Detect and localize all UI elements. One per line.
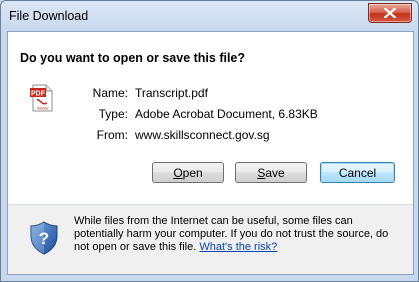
security-shield-question-icon: ? — [30, 221, 58, 255]
name-row: Name: — [68, 86, 128, 102]
warning-message: While files from the Internet can be use… — [74, 215, 404, 254]
cancel-label: Cancel — [338, 166, 377, 180]
pdf-badge-text: PDF — [31, 91, 46, 98]
type-row: Type: — [68, 107, 128, 123]
name-value: Transcript.pdf — [135, 86, 208, 100]
cancel-button[interactable]: Cancel — [320, 162, 395, 183]
type-value: Adobe Acrobat Document, 6.83KB — [135, 107, 318, 121]
security-warning-panel: ? While files from the Internet can be u… — [8, 205, 413, 274]
close-icon — [384, 8, 396, 18]
svg-text:?: ? — [39, 229, 49, 248]
save-label: ave — [265, 166, 285, 180]
from-label: From: — [96, 128, 128, 142]
open-label: pen — [182, 166, 203, 180]
whats-the-risk-link[interactable]: What's the risk? — [199, 241, 277, 253]
file-download-dialog: File Download Do you want to open or sav… — [0, 0, 419, 282]
type-label: Type: — [98, 107, 128, 121]
pdf-icon-caption: Adobe — [37, 106, 49, 111]
pdf-file-icon: PDF Adobe — [30, 84, 53, 112]
open-button[interactable]: Open — [152, 162, 224, 183]
dialog-body: Do you want to open or save this file? P… — [7, 31, 414, 275]
name-label: Name: — [92, 86, 128, 100]
close-button[interactable] — [368, 3, 412, 23]
save-button[interactable]: Save — [235, 162, 307, 183]
open-mnemonic: O — [173, 166, 183, 180]
from-row: From: — [68, 128, 128, 144]
dialog-question: Do you want to open or save this file? — [20, 51, 246, 65]
dialog-title: File Download — [9, 9, 89, 23]
from-value: www.skillsconnect.gov.sg — [135, 128, 270, 142]
title-bar[interactable]: File Download — [1, 1, 418, 31]
